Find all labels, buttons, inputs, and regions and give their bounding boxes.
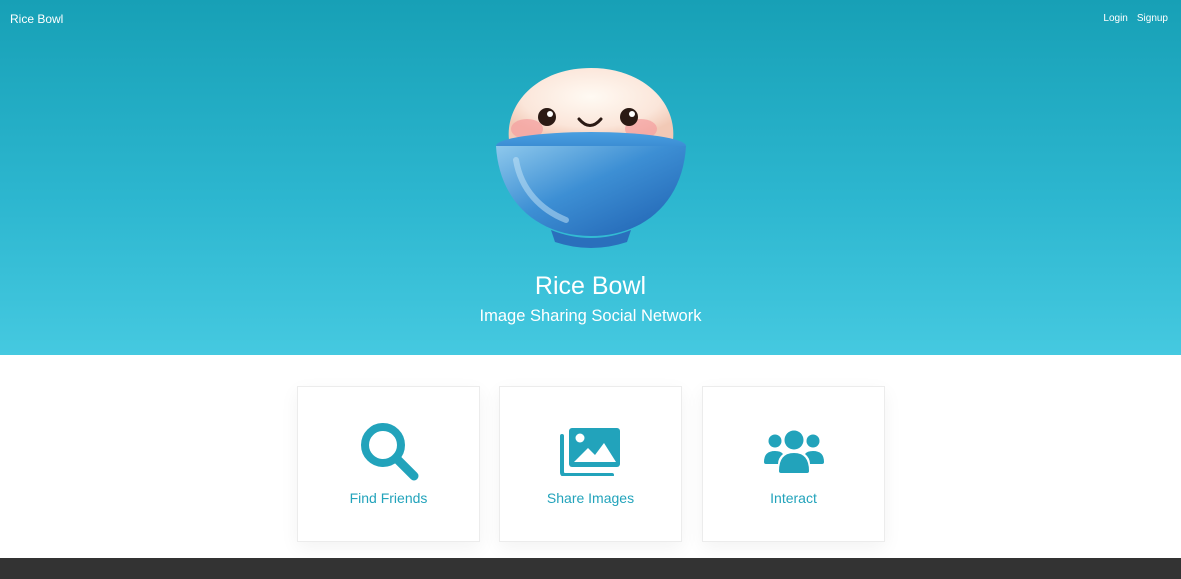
feature-card-share-images[interactable]: Share Images xyxy=(499,386,682,542)
signup-link[interactable]: Signup xyxy=(1137,13,1168,24)
feature-label: Interact xyxy=(770,490,817,506)
users-icon xyxy=(763,430,824,473)
feature-label: Find Friends xyxy=(349,490,428,506)
login-link[interactable]: Login xyxy=(1103,13,1127,24)
search-icon xyxy=(360,423,418,481)
hero-subtitle: Image Sharing Social Network xyxy=(479,307,702,325)
feature-card-find-friends[interactable]: Find Friends xyxy=(297,386,480,542)
feature-card-interact[interactable]: Interact xyxy=(702,386,885,542)
feature-label: Share Images xyxy=(546,490,635,506)
brand-link[interactable]: Rice Bowl xyxy=(10,12,63,26)
hero-banner: Rice Bowl Login Signup Rice Bowl Image S… xyxy=(0,0,1181,355)
footer xyxy=(0,558,1181,579)
images-icon xyxy=(559,428,620,476)
rice-bowl-mascot-icon xyxy=(496,68,686,248)
hero-title: Rice Bowl xyxy=(534,272,647,300)
nav-links: Login Signup xyxy=(1103,13,1168,24)
